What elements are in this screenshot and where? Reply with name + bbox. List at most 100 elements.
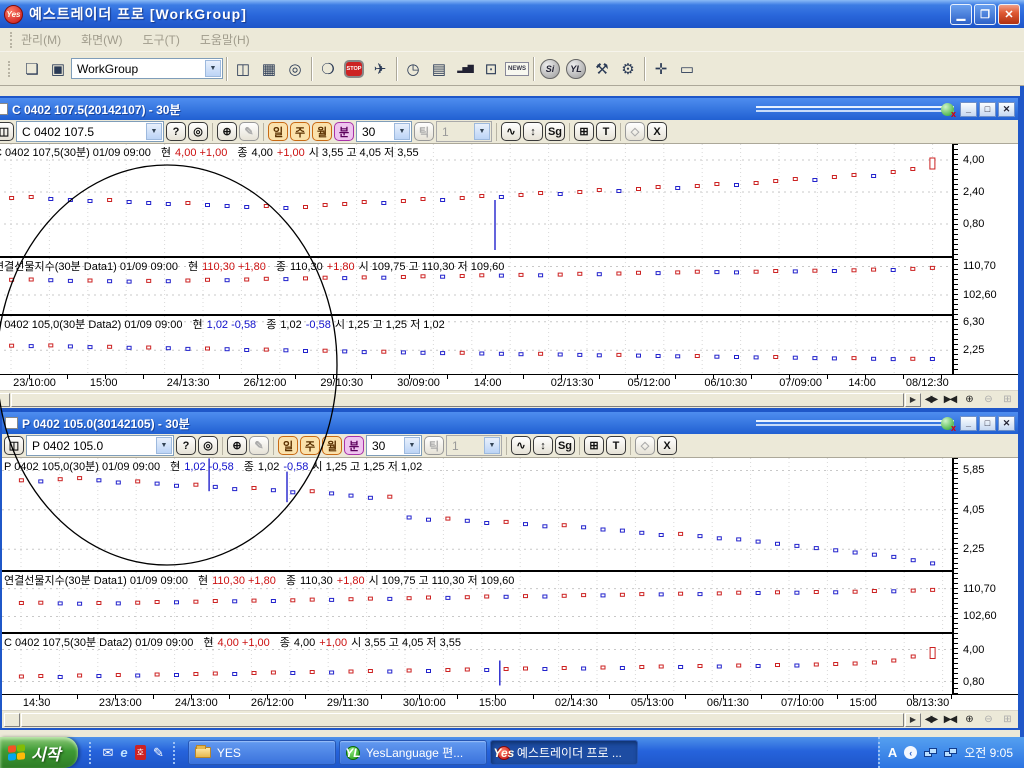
chart-plot-area[interactable]: C 0402 107,5(30분) 01/09 09:00현4,00 +1,00… [0, 144, 952, 374]
chart-window-put-option[interactable]: P 0402 105.0(30142105) - 30분 x _ □ ✕ ◫ P… [0, 410, 1020, 730]
chart-pane[interactable]: 연결선물지수(30분 Data1) 01/09 09:00현110,30 +1,… [2, 572, 952, 632]
workgroup-combo[interactable]: WorkGroup ▼ [71, 58, 223, 79]
period-month-button[interactable]: 월 [312, 122, 332, 141]
scroll-left-button[interactable] [4, 713, 20, 727]
start-button[interactable]: 시작 [0, 737, 78, 768]
si-icon[interactable]: Si [537, 56, 563, 82]
grid-icon[interactable]: ⊞ [997, 712, 1016, 727]
zoom-out-icon[interactable]: ⊖ [978, 712, 997, 727]
symbol-combo[interactable]: P 0402 105.0 ▼ [26, 435, 174, 456]
task-button-yeslanguage[interactable]: YL YesLanguage 편... [339, 740, 487, 765]
grid-layout-icon[interactable]: ⊞ [584, 436, 604, 455]
period-minute-button[interactable]: 분 [344, 436, 364, 455]
updown-icon[interactable]: ↕ [533, 436, 553, 455]
app-titlebar[interactable]: Yes 예스트레이더 프로 [WorkGroup] ▁ ❐ ✕ [0, 0, 1024, 28]
candlestick-chart-icon[interactable]: ◫ [230, 56, 256, 82]
scroll-right-button[interactable]: ▶ [905, 393, 921, 407]
symbol-combo[interactable]: C 0402 107.5 ▼ [16, 121, 164, 142]
scroll-thumb[interactable] [21, 713, 904, 727]
send-order-icon[interactable]: ✈ [367, 56, 393, 82]
collapse-horizontal-icon[interactable]: ▶◀ [940, 712, 959, 727]
menu-tools[interactable]: 도구(T) [142, 31, 179, 48]
close-button[interactable]: ✕ [998, 4, 1020, 25]
menu-screen[interactable]: 화면(W) [81, 31, 122, 48]
close-button[interactable]: ✕ [998, 102, 1015, 117]
scroll-right-button[interactable]: ▶ [905, 713, 921, 727]
chart-monitor-icon[interactable]: ⊡ [478, 56, 504, 82]
titlebar-grip[interactable] [756, 420, 954, 426]
chart-pane[interactable]: 연결선물지수(30분 Data1) 01/09 09:00현110,30 +1,… [0, 258, 952, 314]
pens-icon[interactable]: ✎ [153, 745, 164, 761]
period-week-button[interactable]: 주 [300, 436, 320, 455]
new-file-icon[interactable]: ❏ [19, 56, 45, 82]
doc-search-icon[interactable]: ◎ [282, 56, 308, 82]
toolbar-grip[interactable] [8, 61, 13, 77]
close-chart-button[interactable]: X [647, 122, 667, 141]
chart-titlebar[interactable]: C 0402 107.5(20142107) - 30분 x _ □ ✕ [0, 98, 1018, 120]
grid-layout-icon[interactable]: ⊞ [574, 122, 594, 141]
network-icon[interactable] [944, 748, 957, 758]
tick-button[interactable]: 틱 [424, 436, 444, 455]
updown-icon[interactable]: ↕ [523, 122, 543, 141]
ie-icon[interactable]: e [120, 745, 127, 760]
crosshair-icon[interactable]: ⊕ [217, 122, 237, 141]
chart-titlebar[interactable]: P 0402 105.0(30142105) - 30분 x _ □ ✕ [2, 412, 1018, 434]
chevron-down-icon[interactable]: ▼ [484, 437, 500, 454]
chevron-down-icon[interactable]: ▼ [205, 60, 221, 77]
chart-pane[interactable]: C 0402 107,5(30분) 01/09 09:00현4,00 +1,00… [0, 144, 952, 256]
restore-button[interactable]: ❐ [974, 4, 996, 25]
zoom-in-icon[interactable]: ⊕ [959, 392, 978, 407]
collapse-horizontal-icon[interactable]: ▶◀ [940, 392, 959, 407]
text-tool-button[interactable]: T [596, 122, 616, 141]
chevron-down-icon[interactable]: ▼ [474, 123, 490, 140]
candlestick-icon[interactable]: ◫ [4, 436, 24, 455]
signal-button[interactable]: Sg [545, 122, 565, 141]
hangul-icon[interactable]: 호 [135, 745, 146, 760]
pencil-icon[interactable]: ✎ [239, 122, 259, 141]
signal-button[interactable]: Sg [555, 436, 575, 455]
period-month-button[interactable]: 월 [322, 436, 342, 455]
ime-indicator[interactable]: A [888, 745, 897, 760]
chart-pane[interactable]: C 0402 107,5(30분 Data2) 01/09 09:00현4,00… [2, 634, 952, 694]
scroll-left-button[interactable] [0, 393, 10, 407]
stop-icon[interactable]: STOP [341, 56, 367, 82]
candlestick-icon[interactable]: ◫ [0, 122, 14, 141]
menubar-grip[interactable] [10, 32, 15, 48]
bar-chart-icon[interactable]: ▂▅▇ [452, 56, 478, 82]
chevron-down-icon[interactable]: ▼ [146, 123, 162, 140]
period-minute-button[interactable]: 분 [334, 122, 354, 141]
minimize-button[interactable]: ▁ [950, 4, 972, 25]
magnifier-icon[interactable]: ◎ [198, 436, 218, 455]
menu-help[interactable]: 도움말(H) [200, 31, 250, 48]
zoom-in-icon[interactable]: ⊕ [959, 712, 978, 727]
text-tool-button[interactable]: T [606, 436, 626, 455]
pencil-icon[interactable]: ✎ [249, 436, 269, 455]
mail-icon[interactable]: ✉ [102, 745, 113, 761]
crosshair-icon[interactable]: ⊕ [227, 436, 247, 455]
gear-icon[interactable]: ⚙ [615, 56, 641, 82]
help-button[interactable]: ? [176, 436, 196, 455]
help-button[interactable]: ? [166, 122, 186, 141]
network-icon[interactable] [924, 748, 937, 758]
close-button[interactable]: ✕ [998, 416, 1015, 431]
chevron-down-icon[interactable]: ▼ [394, 123, 410, 140]
chevron-down-icon[interactable]: ▼ [156, 437, 172, 454]
grid-icon[interactable]: ⊞ [997, 392, 1016, 407]
chart-pane[interactable]: P 0402 105,0(30분 Data2) 01/09 09:00현1,02… [0, 316, 952, 374]
line-chart-icon[interactable]: ∿ [511, 436, 531, 455]
clock-chart-icon[interactable]: ◷ [400, 56, 426, 82]
magnifier-icon[interactable]: ◎ [188, 122, 208, 141]
chevron-down-icon[interactable]: ▼ [404, 437, 420, 454]
menu-manage[interactable]: 관리(M) [21, 31, 61, 48]
period-day-button[interactable]: 일 [278, 436, 298, 455]
tick-button[interactable]: 틱 [414, 122, 434, 141]
minimize-button[interactable]: _ [960, 102, 977, 117]
minimize-button[interactable]: _ [960, 416, 977, 431]
scroll-thumb[interactable] [11, 393, 904, 407]
sheet-search-icon[interactable]: ▤ [426, 56, 452, 82]
expand-horizontal-icon[interactable]: ◀▶ [921, 392, 940, 407]
task-button-yes-folder[interactable]: YES [188, 740, 336, 765]
tick-count-combo[interactable]: 1 ▼ [446, 435, 502, 456]
tick-count-combo[interactable]: 1 ▼ [436, 121, 492, 142]
tray-chevron-icon[interactable]: ‹ [904, 746, 917, 759]
